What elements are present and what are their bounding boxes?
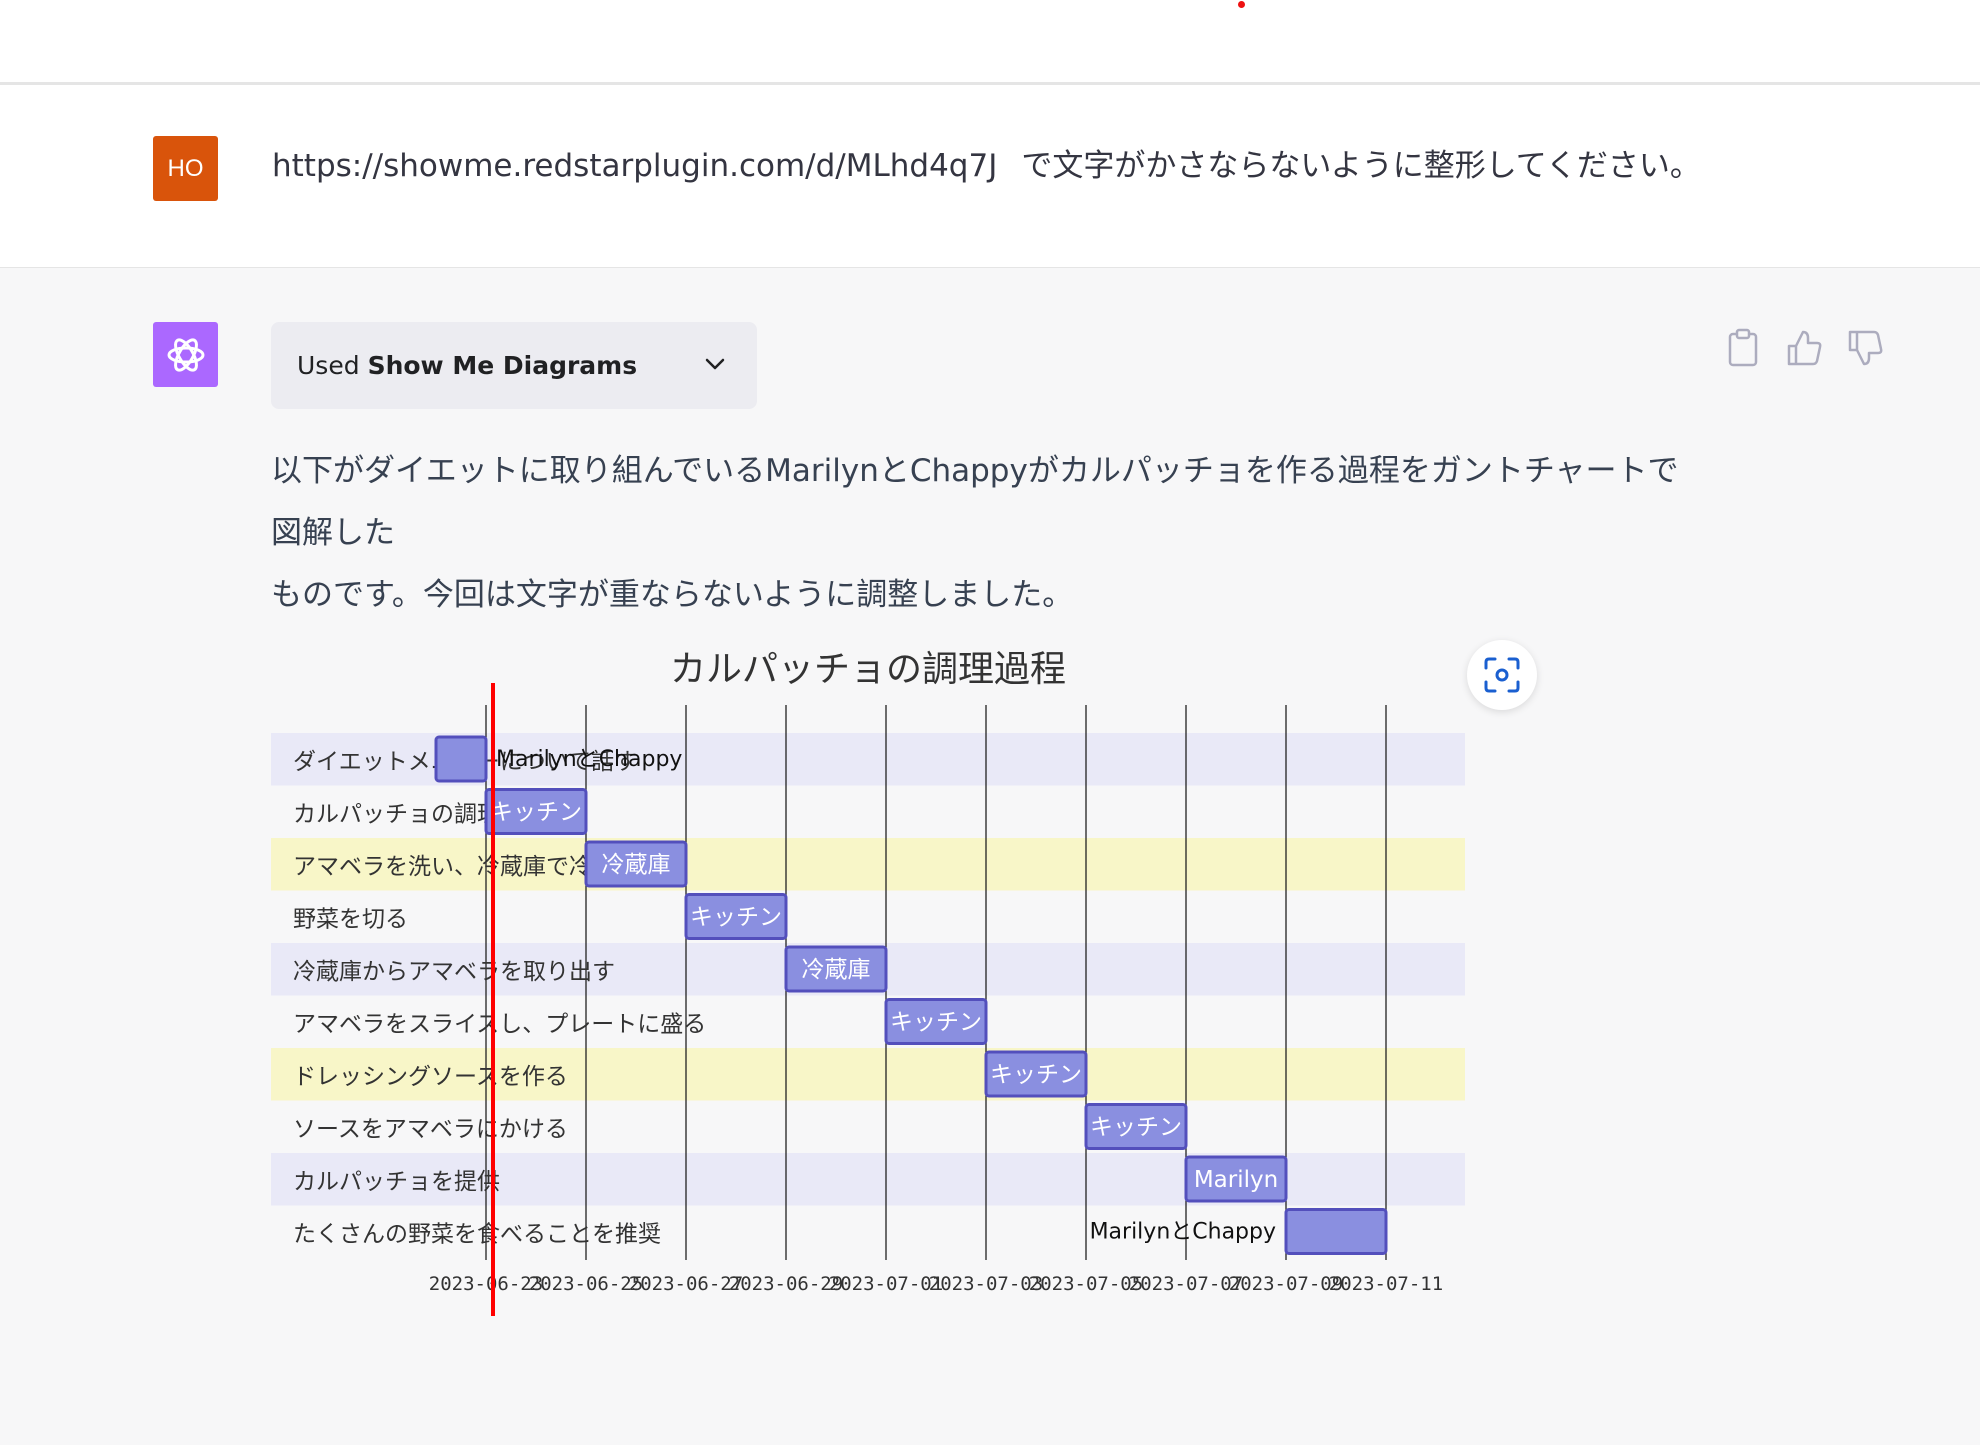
task-name: カルパッチョを提供 bbox=[293, 1169, 500, 1195]
x-tick-label: 2023-07-09 bbox=[1229, 1273, 1343, 1295]
task-name: アマベラをスライスし、プレートに盛る bbox=[293, 1012, 706, 1038]
task-name: 野菜を切る bbox=[293, 907, 408, 933]
task-name: たくさんの野菜を食べることを推奨 bbox=[293, 1222, 661, 1248]
x-tick-label: 2023-06-29 bbox=[729, 1273, 843, 1295]
task-bar-label: キッチン bbox=[490, 800, 582, 826]
task-name: 冷蔵庫からアマベラを取り出す bbox=[293, 959, 615, 985]
x-tick-label: 2023-07-03 bbox=[929, 1273, 1043, 1295]
task-bar bbox=[1284, 1208, 1388, 1255]
task-bar-label: キッチン bbox=[690, 905, 782, 931]
x-tick-label: 2023-06-27 bbox=[629, 1273, 743, 1295]
x-tick-label: 2023-06-25 bbox=[529, 1273, 643, 1295]
task-bar-label: Marilyn bbox=[1194, 1167, 1278, 1193]
task-name: ソースをアマベラにかける bbox=[293, 1117, 568, 1143]
x-tick-label: 2023-06-23 bbox=[429, 1273, 543, 1295]
task-bar-label: キッチン bbox=[1090, 1115, 1182, 1141]
task-bar-label: 冷蔵庫 bbox=[602, 852, 671, 878]
task-bar bbox=[434, 735, 488, 783]
gantt-chart: 2023-06-232023-06-252023-06-272023-06-29… bbox=[271, 683, 1465, 1316]
x-tick-label: 2023-07-01 bbox=[829, 1273, 943, 1295]
x-tick-label: 2023-07-05 bbox=[1029, 1273, 1143, 1295]
task-bar-label: キッチン bbox=[890, 1010, 982, 1036]
task-bar-label: キッチン bbox=[990, 1062, 1082, 1088]
x-tick-label: 2023-07-11 bbox=[1329, 1273, 1443, 1295]
task-name: ドレッシングソースを作る bbox=[293, 1064, 568, 1090]
task-bar-label: MarilynとChappy bbox=[1090, 1220, 1276, 1245]
x-tick-label: 2023-07-07 bbox=[1129, 1273, 1243, 1295]
task-bar-label: 冷蔵庫 bbox=[802, 957, 871, 983]
task-bar-label: MarilynとChappy bbox=[496, 747, 682, 772]
